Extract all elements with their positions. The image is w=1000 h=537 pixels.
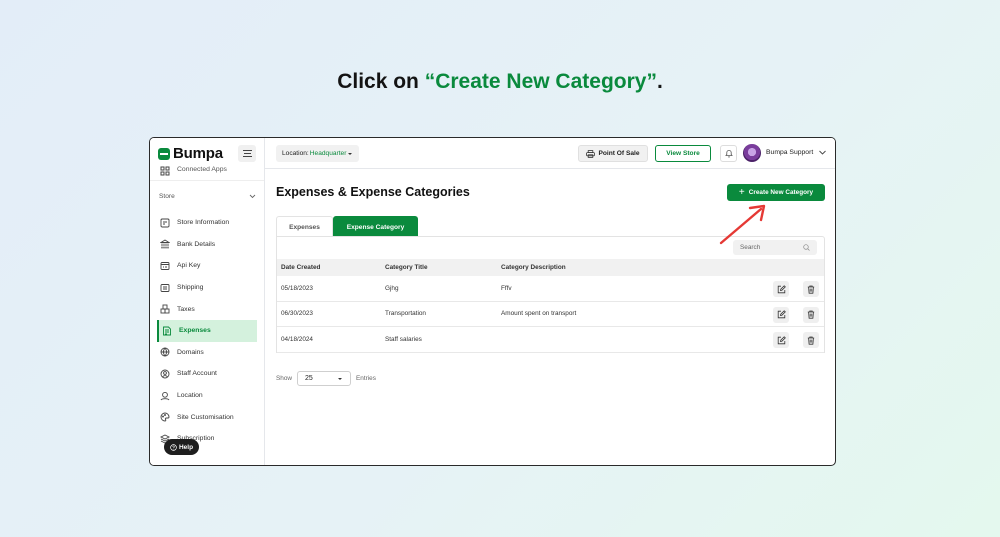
sidebar-item-taxes[interactable]: Taxes <box>150 298 264 320</box>
tab-bar: Expenses Expense Category <box>276 216 418 237</box>
trash-icon[interactable] <box>803 281 819 297</box>
sidebar-item-label: Store Information <box>177 219 230 227</box>
cell-date-created: 05/18/2023 <box>281 284 313 292</box>
table-header: Date Created Category Title Category Des… <box>277 259 824 276</box>
menu-toggle-icon[interactable] <box>238 145 256 162</box>
taxes-icon <box>160 304 170 314</box>
sidebar-section-label: Store <box>159 193 175 200</box>
caret-down-icon <box>348 152 353 155</box>
chevron-down-icon[interactable] <box>818 148 827 157</box>
table-row: 06/30/2023 Transportation Amount spent o… <box>277 302 824 328</box>
user-icon <box>160 369 170 379</box>
store-info-icon <box>160 218 170 228</box>
sidebar-item-store-information[interactable]: Store Information <box>150 212 264 234</box>
notifications-bell-icon[interactable] <box>720 145 737 162</box>
point-of-sale-button[interactable]: Point Of Sale <box>578 145 648 162</box>
api-key-icon <box>160 262 170 270</box>
page-title: Expenses & Expense Categories <box>276 185 470 199</box>
sidebar-item-label: Bank Details <box>177 240 216 248</box>
category-table: Date Created Category Title Category Des… <box>276 236 825 353</box>
edit-icon[interactable] <box>773 281 789 297</box>
create-new-category-button[interactable]: + Create New Category <box>727 184 825 201</box>
sidebar-item-domains[interactable]: Domains <box>150 342 264 364</box>
cell-category-description: Fffv <box>501 284 512 292</box>
shipping-icon <box>160 283 170 292</box>
page-size-select[interactable]: 25 <box>297 371 351 386</box>
column-header-date-created[interactable]: Date Created <box>277 264 385 271</box>
location-value: Headquarter <box>309 150 347 157</box>
expenses-icon <box>163 326 171 336</box>
help-icon <box>170 443 177 451</box>
sidebar-item-shipping[interactable]: Shipping <box>150 277 264 299</box>
sidebar-item-label: Domains <box>177 348 204 356</box>
pager-entries-label: Entries <box>356 375 376 382</box>
edit-icon[interactable] <box>773 332 789 349</box>
chevron-down-icon <box>249 194 256 199</box>
sidebar-item-api-key[interactable]: Api Key <box>150 255 264 277</box>
instruction-headline: Click on “Create New Category”. <box>0 70 1000 94</box>
page-size-value: 25 <box>305 375 313 382</box>
cell-date-created: 04/18/2024 <box>281 335 313 343</box>
cell-date-created: 06/30/2023 <box>281 310 313 318</box>
annotation-arrow-icon <box>719 204 766 245</box>
row-actions <box>773 332 819 349</box>
sidebar-item-expenses[interactable]: Expenses <box>157 319 257 342</box>
sidebar-item-label: Staff Account <box>177 370 217 378</box>
trash-icon[interactable] <box>803 332 819 349</box>
location-label: Location: <box>282 150 309 157</box>
point-of-sale-label: Point Of Sale <box>598 150 640 157</box>
sidebar-item-label: Taxes <box>177 305 195 313</box>
edit-icon[interactable] <box>773 306 789 323</box>
create-new-category-label: Create New Category <box>748 189 814 196</box>
printer-icon <box>586 149 596 158</box>
plus-icon: + <box>738 186 745 198</box>
location-icon <box>160 391 170 400</box>
pagination: Show 25 Entries <box>276 371 376 386</box>
sidebar-item-staff-account[interactable]: Staff Account <box>150 363 264 385</box>
sidebar-item-label: Location <box>177 392 203 400</box>
cell-category-title: Gjhg <box>385 284 399 292</box>
location-selector[interactable]: Location: Headquarter <box>276 145 360 162</box>
brand[interactable]: Bumpa <box>150 138 264 169</box>
tab-expenses[interactable]: Expenses <box>276 216 333 237</box>
instruction-prefix: Click on <box>337 70 425 93</box>
caret-down-icon <box>338 377 342 380</box>
instruction-highlight: “Create New Category” <box>424 70 657 93</box>
row-actions <box>773 306 819 323</box>
sidebar-item-label: Api Key <box>177 262 201 270</box>
globe-icon <box>160 347 170 357</box>
help-button[interactable]: Help <box>164 439 199 455</box>
pager-show-label: Show <box>276 375 292 382</box>
cell-category-description: Amount spent on transport <box>501 310 577 318</box>
sidebar-item-location[interactable]: Location <box>150 385 264 407</box>
instruction-suffix: . <box>656 70 663 93</box>
user-name[interactable]: Bumpa Support <box>766 149 813 156</box>
table-row: 05/18/2023 Gjhg Fffv <box>277 276 824 302</box>
sidebar: Bumpa Connected Apps Store Store Informa… <box>150 138 265 465</box>
sidebar-item-label: Expenses <box>179 327 211 335</box>
palette-icon <box>160 412 170 422</box>
help-label: Help <box>178 443 194 451</box>
table-row: 04/18/2024 Staff salaries <box>277 327 824 353</box>
row-actions <box>773 281 819 297</box>
app-window: Bumpa Connected Apps Store Store Informa… <box>149 137 836 466</box>
sidebar-item-label: Shipping <box>177 284 204 292</box>
search-icon <box>803 244 810 251</box>
tab-expense-category[interactable]: Expense Category <box>333 216 418 237</box>
topbar: Location: Headquarter Point Of Sale View… <box>265 138 835 169</box>
column-header-category-title[interactable]: Category Title <box>385 264 501 271</box>
cell-category-title: Transportation <box>385 310 426 318</box>
bumpa-logo-icon <box>158 147 170 160</box>
cell-category-title: Staff salaries <box>385 335 422 343</box>
view-store-button[interactable]: View Store <box>655 145 711 162</box>
sidebar-item-bank-details[interactable]: Bank Details <box>150 234 264 256</box>
sidebar-item-label: Site Customisation <box>177 413 234 421</box>
sidebar-item-site-customisation[interactable]: Site Customisation <box>150 406 264 428</box>
brand-name: Bumpa <box>173 145 223 162</box>
column-header-category-description[interactable]: Category Description <box>501 264 701 271</box>
trash-icon[interactable] <box>803 306 819 323</box>
avatar[interactable] <box>743 144 761 162</box>
sidebar-section-store[interactable]: Store <box>150 180 264 212</box>
bank-icon <box>160 239 170 249</box>
